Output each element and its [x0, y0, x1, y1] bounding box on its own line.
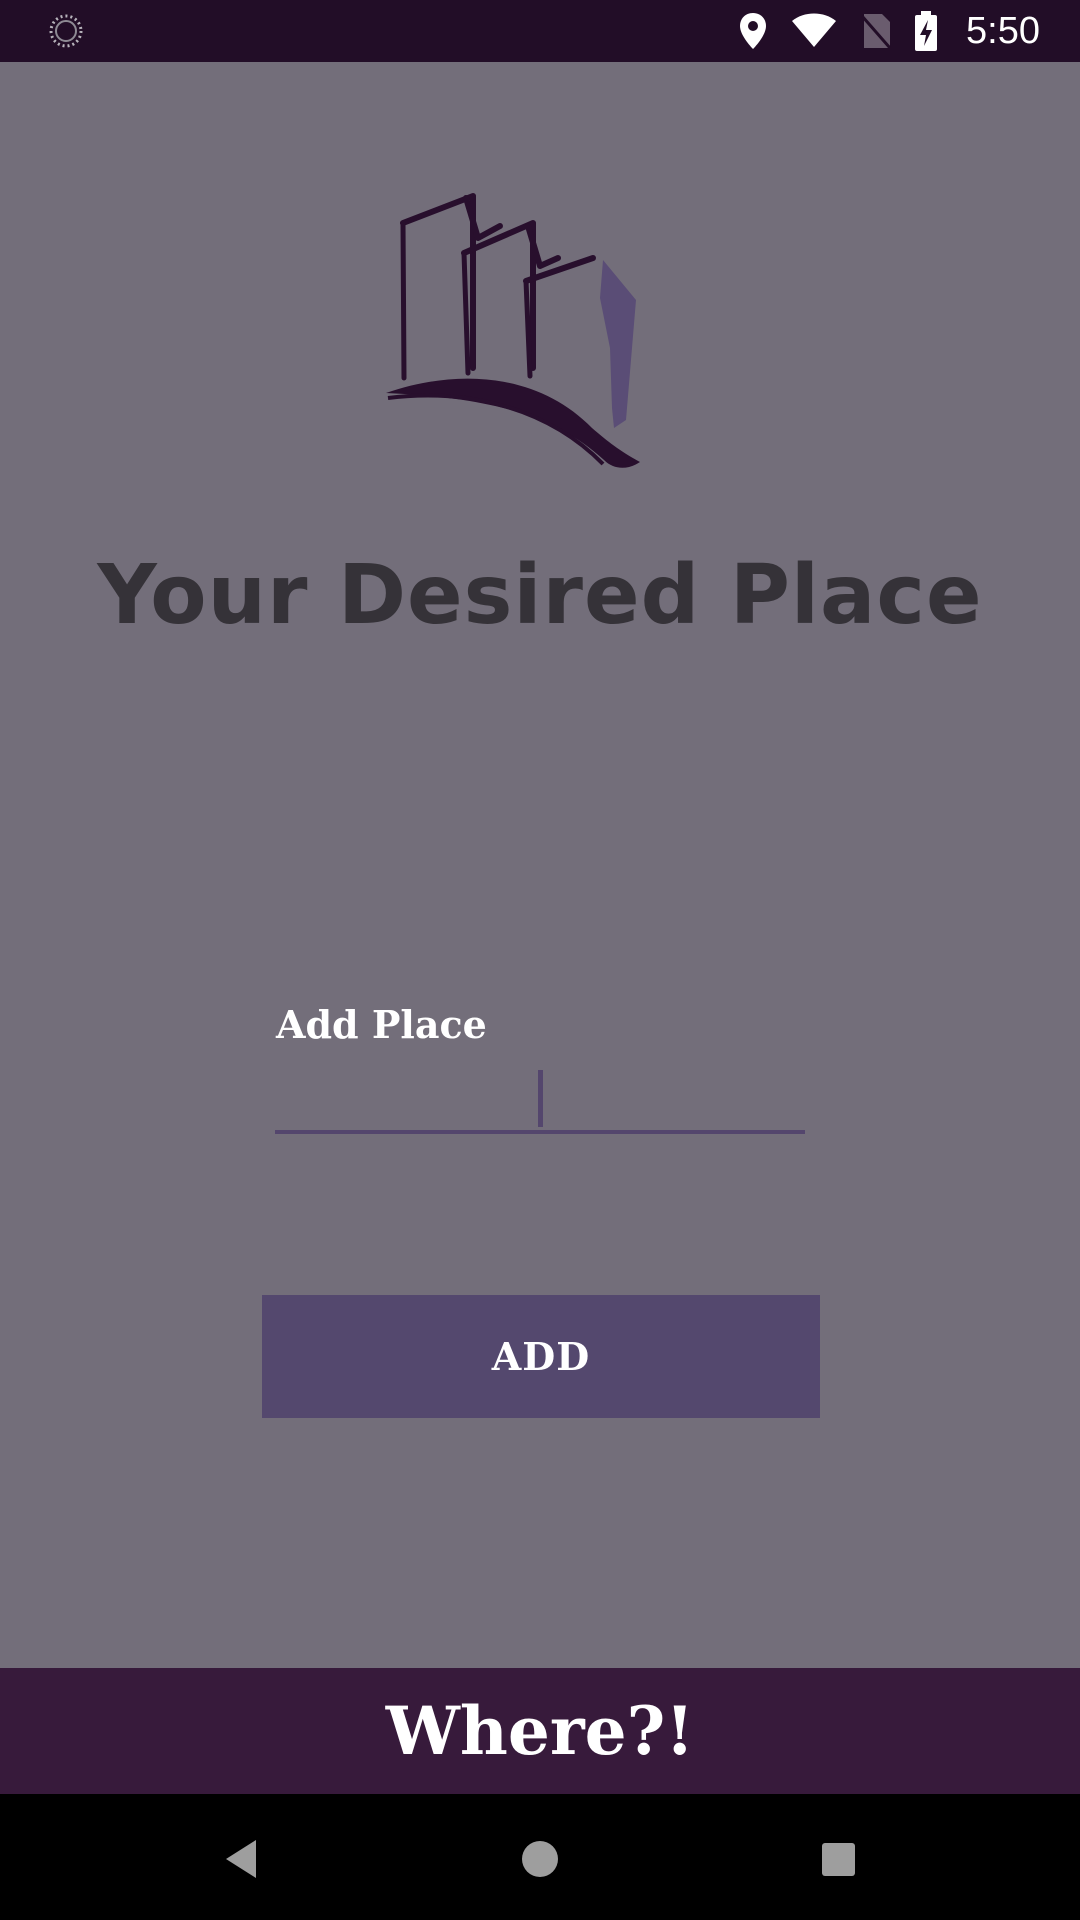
status-time: 5:50 [966, 9, 1040, 52]
bottom-banner: Where?! [0, 1668, 1080, 1794]
home-icon[interactable] [515, 1834, 565, 1884]
buildings-logo-icon [386, 193, 640, 468]
status-icons: 5:50 [738, 0, 1040, 62]
no-sim-icon [860, 14, 892, 49]
navigation-bar [0, 1794, 1080, 1920]
location-pin-icon [740, 13, 767, 49]
app-title: Your Desired Place [97, 548, 983, 643]
loading-spinner-icon [49, 14, 83, 48]
banner-text: Where?! [385, 1692, 695, 1770]
add-button[interactable]: ADD [262, 1295, 820, 1418]
recents-icon[interactable] [813, 1834, 863, 1884]
wifi-icon [792, 13, 837, 47]
text-cursor [538, 1070, 543, 1127]
battery-charging-icon [915, 11, 938, 51]
add-place-label: Add Place [276, 1002, 487, 1047]
back-icon[interactable] [216, 1834, 266, 1884]
status-bar: 5:50 [0, 0, 1080, 62]
